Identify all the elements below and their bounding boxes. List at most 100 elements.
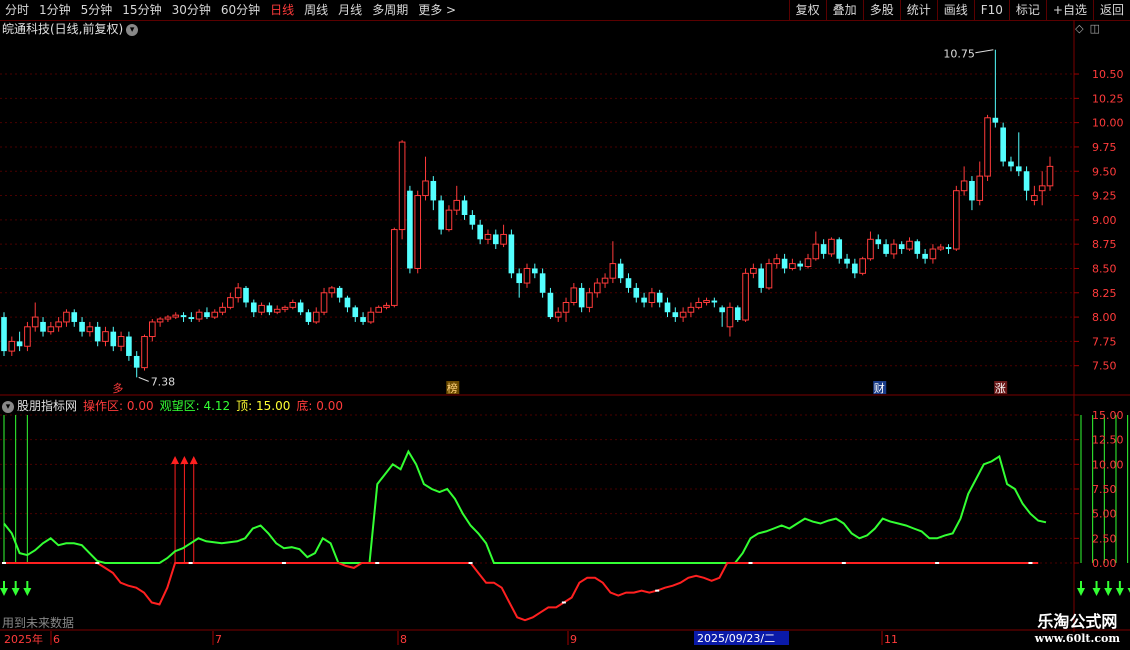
candle-body-up: [258, 304, 265, 313]
toolbar-button[interactable]: 统计: [899, 0, 937, 20]
candle-body-up: [149, 321, 156, 338]
chevron-down-icon[interactable]: ▾: [126, 23, 139, 36]
toolbar-button[interactable]: 复权: [788, 0, 826, 20]
candle-body-up: [211, 311, 219, 318]
stock-title[interactable]: 皖通科技(日线,前复权) ▾: [2, 21, 139, 37]
candle-body-up: [102, 331, 109, 342]
candle-body-down: [672, 312, 679, 318]
period-tab[interactable]: 30分钟: [167, 0, 216, 20]
candle-body-down: [617, 263, 624, 279]
candle-body-up: [859, 258, 866, 274]
high-pointer: [975, 49, 994, 54]
candle-body-up: [773, 258, 781, 265]
price-tick-label: 8.75: [1092, 238, 1117, 251]
period-tab[interactable]: 更多 >: [413, 0, 461, 20]
indicator-axis: 15.00 12.50 10.00 7.50 5.00 2.50 0.00: [1074, 409, 1124, 570]
candle-body-up: [289, 302, 297, 308]
candle-body-down: [336, 287, 343, 298]
event-marker-label: 榜: [447, 381, 458, 395]
candle-body-up: [867, 238, 874, 260]
line-marker: [935, 562, 940, 564]
candle-body-up: [164, 316, 172, 320]
toolbar-button[interactable]: 返回: [1092, 0, 1130, 20]
candle-body-up: [765, 263, 773, 289]
candle-body-up: [414, 195, 422, 269]
future-data-notice: 用到未来数据: [2, 616, 75, 630]
candle-body-up: [328, 287, 336, 294]
grid: [0, 20, 1130, 632]
event-markers: 多榜财涨: [111, 381, 1008, 395]
toolbar-button[interactable]: F10: [973, 0, 1009, 20]
indicator-tick-label: 15.00: [1092, 409, 1124, 422]
price-tick-label: 8.00: [1092, 311, 1117, 324]
month-label: 7: [215, 633, 222, 646]
watermark-line2: www.60lt.com: [1034, 632, 1120, 645]
candle-body-up: [1046, 165, 1054, 187]
panel-toggle-icon[interactable]: ◫: [1090, 22, 1100, 35]
period-tab[interactable]: 5分钟: [76, 0, 118, 20]
line-marker: [655, 589, 660, 592]
period-tab[interactable]: 月线: [333, 0, 367, 20]
cursor-date-label: 2025/09/23/二: [697, 632, 775, 645]
toolbar-button[interactable]: 标记: [1008, 0, 1046, 20]
candle-body-up: [63, 311, 70, 323]
period-tab[interactable]: 分时: [0, 0, 34, 20]
candle-body-up: [367, 311, 375, 323]
indicator-tick-label: 2.50: [1092, 532, 1117, 545]
candle-body-up: [172, 314, 180, 318]
toolbar-button[interactable]: +自选: [1045, 0, 1093, 20]
event-marker-box: [111, 381, 125, 394]
event-marker-box: [994, 381, 1008, 394]
candle-body-down: [758, 268, 764, 288]
candle-body-up: [726, 306, 734, 328]
period-tab[interactable]: 多周期: [367, 0, 413, 20]
candle-body-up: [960, 180, 968, 192]
price-axis: 10.50 10.25 10.00 9.75 9.50 9.25 9.00 8.75 8.50 8…: [1074, 68, 1124, 373]
candle-body-down: [133, 355, 140, 368]
stock-title-text: 皖通科技(日线,前复权): [2, 22, 124, 36]
candle-body-down: [1000, 127, 1006, 162]
candle-body-up: [234, 287, 242, 299]
arrow-down-icon: [1076, 588, 1085, 596]
candle-body-down: [797, 263, 804, 267]
toolbar-button[interactable]: 叠加: [825, 0, 863, 20]
period-tab[interactable]: 60分钟: [216, 0, 265, 20]
candle-body-down: [875, 239, 882, 245]
candle-body-up: [554, 311, 562, 318]
candle-body-down: [461, 200, 468, 215]
price-tick-label: 8.25: [1092, 287, 1117, 300]
date-axis: 2025年 6 7 8 9 11 2025/09/23/二: [4, 631, 898, 646]
candle-body-down: [180, 315, 187, 318]
candle-body-down: [94, 326, 101, 342]
toolbar-actions: 复权 叠加 多股 统计 画线 F10 标记 +自选 返回: [788, 0, 1130, 20]
indicator-name[interactable]: 股朋指标网: [17, 399, 77, 413]
candle-body-down: [188, 317, 195, 320]
toolbar-button[interactable]: 画线: [936, 0, 974, 20]
candle-body-up: [453, 199, 461, 211]
candle-body-up: [117, 336, 125, 347]
candle-body-up: [1031, 195, 1038, 201]
toolbar-button[interactable]: 多股: [862, 0, 900, 20]
candle-body-up: [484, 233, 492, 240]
price-tick-label: 9.50: [1092, 165, 1117, 178]
chevron-down-icon[interactable]: ▾: [2, 400, 14, 413]
period-toolbar: 分时 1分钟 5分钟 15分钟 30分钟 60分钟 日线 周线 月线 多周期 更多 > 复权 叠加 多股…: [0, 0, 1130, 21]
period-tab[interactable]: 1分钟: [34, 0, 76, 20]
candle-body-up: [55, 321, 62, 328]
period-tab[interactable]: 15分钟: [117, 0, 166, 20]
candle-body-down: [297, 302, 304, 313]
arrow-down-icon: [11, 588, 20, 596]
period-tab[interactable]: 日线: [265, 0, 299, 20]
period-tab[interactable]: 周线: [299, 0, 333, 20]
candle-body-up: [593, 282, 601, 294]
candle-body-down: [898, 244, 905, 250]
candle-body-down: [539, 273, 546, 293]
arrow-down-icon: [1115, 588, 1124, 596]
line-marker: [748, 562, 753, 564]
indicator-top-value: 顶: 15.00: [236, 399, 291, 413]
diamond-icon[interactable]: ◇: [1075, 22, 1083, 35]
candle-body-down: [852, 263, 858, 274]
candle-body-down: [1023, 171, 1030, 191]
month-label: 11: [884, 633, 898, 646]
candle-body-down: [344, 297, 351, 308]
